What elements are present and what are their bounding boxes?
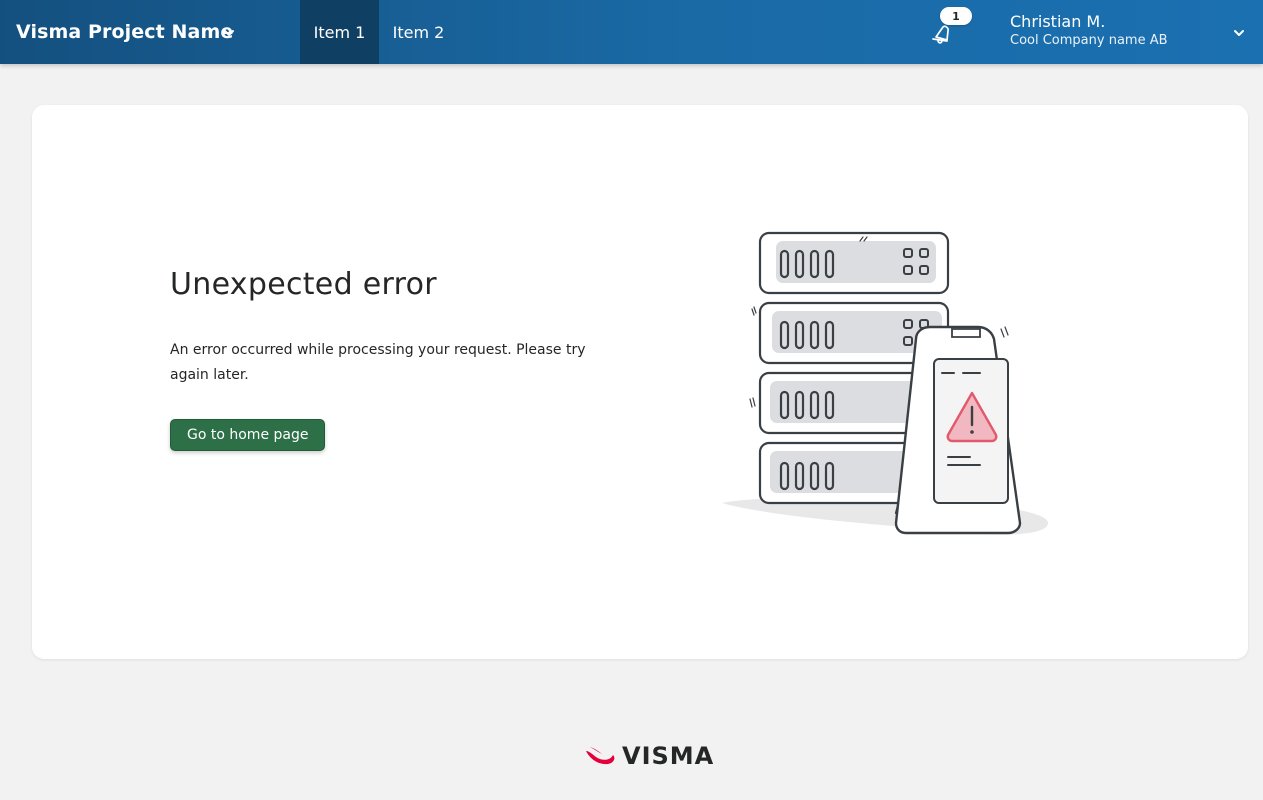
error-message: An error occurred while processing your … (170, 342, 586, 383)
top-navbar: Visma Project Name Item 1 Item 2 1 Chris… (0, 0, 1263, 64)
server-error-illustration (722, 231, 1048, 535)
nav-item-label: Item 2 (392, 22, 445, 42)
chevron-down-icon[interactable] (1232, 26, 1246, 40)
nav-item-label: Item 1 (313, 22, 366, 42)
project-name-dropdown[interactable]: Visma Project Name (16, 0, 233, 64)
nav-item-2[interactable]: Item 2 (379, 0, 458, 64)
page-title: Unexpected error (170, 267, 437, 302)
visma-wordmark: VISMA (622, 742, 715, 770)
go-to-home-page-button[interactable]: Go to home page (170, 419, 326, 451)
nav-item-1[interactable]: Item 1 (300, 0, 379, 64)
user-name: Christian M. (1010, 12, 1106, 31)
user-menu[interactable]: Christian M. Cool Company name AB (1010, 12, 1250, 49)
project-name: Visma Project Name (16, 21, 234, 43)
visma-logo: VISMA (584, 741, 714, 771)
bell-icon (932, 25, 949, 44)
chevron-down-icon[interactable] (222, 26, 236, 40)
notifications-button[interactable]: 1 (928, 7, 974, 54)
visma-swoosh-icon (586, 747, 615, 765)
error-card: Unexpected error An error occurred while… (32, 105, 1248, 659)
user-company: Cool Company name AB (1010, 33, 1168, 48)
notification-count-badge: 1 (940, 7, 972, 25)
